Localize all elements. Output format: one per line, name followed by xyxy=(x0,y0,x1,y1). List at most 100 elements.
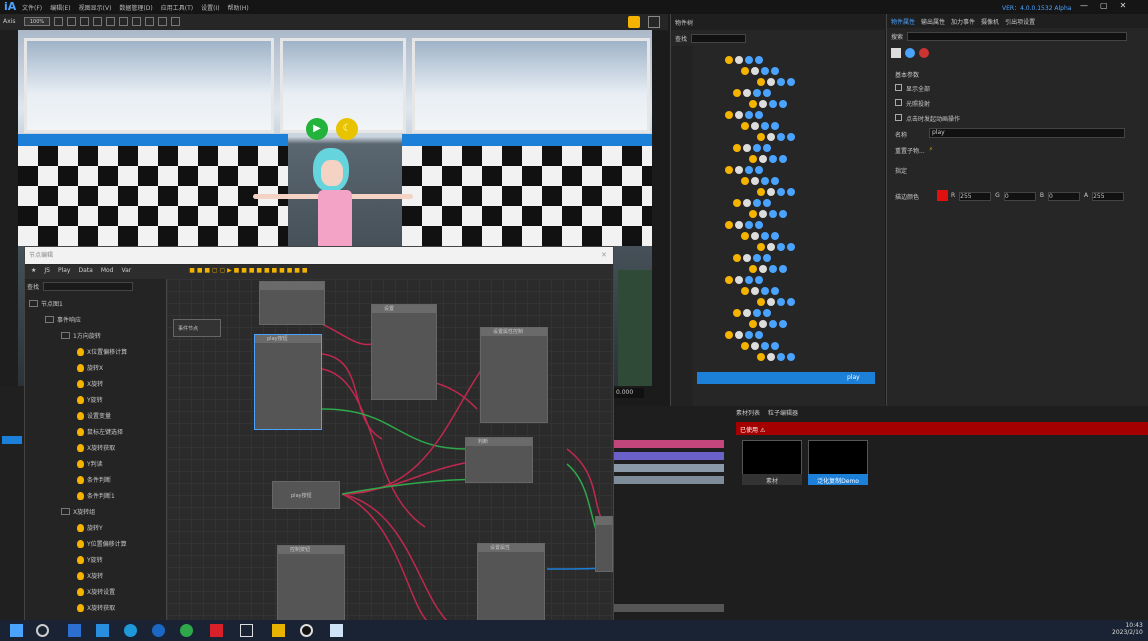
property-search-input[interactable] xyxy=(907,32,1128,41)
node-editor-close-icon[interactable]: ✕ xyxy=(601,251,607,259)
tree-item[interactable]: X旋转设置 xyxy=(77,585,115,598)
cube-icon[interactable] xyxy=(891,48,901,58)
track-bar-gray-2[interactable] xyxy=(614,476,724,484)
tree-item[interactable]: 1方向旋转 xyxy=(61,329,101,342)
graph-node-partial[interactable] xyxy=(595,516,613,572)
tab-play[interactable]: Play xyxy=(58,267,71,277)
color-g-field[interactable]: 0 xyxy=(1003,192,1036,201)
tree-item[interactable]: X旋转获取 xyxy=(77,601,115,614)
mood-button[interactable]: ☾ xyxy=(336,118,358,140)
graph-node-set-prop[interactable]: 设置属性控制 xyxy=(480,327,548,423)
app-icon-1[interactable] xyxy=(68,624,81,637)
track-bar-pink[interactable] xyxy=(614,440,724,448)
grid-icon[interactable] xyxy=(106,17,115,26)
tree-item[interactable]: Y旋转 xyxy=(77,393,103,406)
lightning-icon[interactable]: ⚡ xyxy=(929,146,933,155)
tree-item[interactable]: 设置变量 xyxy=(77,409,111,422)
app-icon-4[interactable] xyxy=(240,624,253,637)
tree-search-input[interactable] xyxy=(43,282,134,291)
graph-node-label[interactable]: 事件节点 xyxy=(173,319,221,337)
graph-node-control[interactable]: 控制按钮 xyxy=(277,545,345,621)
menu-view[interactable]: 视图显示(V) xyxy=(79,3,112,12)
sphere-icon[interactable] xyxy=(905,48,915,58)
zoom-select[interactable]: 100% xyxy=(24,17,50,26)
left-selected-item[interactable] xyxy=(2,436,22,444)
app-icon-5[interactable] xyxy=(300,624,313,637)
checkbox-click-anim[interactable] xyxy=(895,114,902,121)
move-tool-icon[interactable] xyxy=(54,17,63,26)
tree-item[interactable]: Y旋转 xyxy=(77,553,103,566)
scale-tool-icon[interactable] xyxy=(80,17,89,26)
tab-data[interactable]: Data xyxy=(78,267,92,277)
folder-icon[interactable] xyxy=(272,624,285,637)
search-icon[interactable] xyxy=(36,624,49,637)
tree-item[interactable]: Y判读 xyxy=(77,457,103,470)
material-icon[interactable] xyxy=(919,48,929,58)
name-field[interactable]: play xyxy=(929,128,1125,138)
tree-item[interactable]: Y位置偏移计算 xyxy=(77,537,127,550)
tab-events[interactable]: 加力事件 xyxy=(951,17,975,26)
tree-item[interactable]: 旋转Y xyxy=(77,521,103,534)
layout-icon[interactable] xyxy=(648,16,660,28)
checkbox-shadow[interactable] xyxy=(895,99,902,106)
graph-node[interactable] xyxy=(259,281,325,325)
tab-js[interactable]: JS xyxy=(44,267,50,277)
graph-node-set[interactable]: 设置 xyxy=(371,304,437,400)
tree-item[interactable]: X旋转组 xyxy=(61,505,95,518)
tree-item[interactable]: 节点图1 xyxy=(29,297,63,310)
graph-node-set-prop-2[interactable]: 设置属性 xyxy=(477,543,545,621)
object-row[interactable] xyxy=(757,351,795,363)
object-search-input[interactable] xyxy=(691,34,747,43)
tree-item[interactable]: 条件判断 xyxy=(77,473,111,486)
snap-icon[interactable] xyxy=(93,17,102,26)
menu-edit[interactable]: 编辑(E) xyxy=(50,3,70,12)
rotate-tool-icon[interactable] xyxy=(67,17,76,26)
tab-mod[interactable]: Mod xyxy=(101,267,114,277)
tree-item[interactable]: 条件判断1 xyxy=(77,489,115,502)
menu-help[interactable]: 帮助(H) xyxy=(228,3,249,12)
windows-start-icon[interactable] xyxy=(10,624,23,637)
ia-app-icon[interactable] xyxy=(330,624,343,637)
menu-file[interactable]: 文件(F) xyxy=(22,3,42,12)
wechat-icon[interactable] xyxy=(180,624,193,637)
play-tool-icon[interactable] xyxy=(171,17,180,26)
character-body[interactable] xyxy=(318,190,352,250)
track-bar-gray[interactable] xyxy=(614,464,724,472)
menu-tools[interactable]: 应用工具(T) xyxy=(161,3,193,12)
section-lighting[interactable]: 指定 xyxy=(895,166,907,175)
render-icon[interactable] xyxy=(145,17,154,26)
node-tool-icons[interactable]: ■ ■ ■ ▢ ▢ ▶ ■ ■ ■ ■ ■ ■ ■ ■ ■ ■ xyxy=(189,267,307,277)
tab-materials[interactable]: 素材列表 xyxy=(736,408,760,417)
tree-item[interactable]: X旋转获取 xyxy=(77,441,115,454)
tab-export[interactable]: 引出项设置 xyxy=(1005,17,1035,26)
color-a-field[interactable]: 255 xyxy=(1092,192,1125,201)
close-icon[interactable]: ✕ xyxy=(1120,1,1127,10)
camera-icon[interactable] xyxy=(119,17,128,26)
play-button[interactable]: ▶ xyxy=(306,118,328,140)
app-icon-2[interactable] xyxy=(96,624,109,637)
graph-node-judge[interactable]: 判断 xyxy=(465,437,533,483)
tree-item[interactable]: 事件响应 xyxy=(45,313,81,326)
tab-var[interactable]: Var xyxy=(121,267,131,277)
color-swatch[interactable] xyxy=(937,190,948,201)
graph-node-play[interactable]: play按钮 xyxy=(254,334,322,430)
node-graph-canvas[interactable]: 事件节点 play按钮 设置 设置属性控制 判断 play按钮 控制按钮 设置属… xyxy=(167,279,613,621)
light-icon[interactable] xyxy=(132,17,141,26)
color-r-field[interactable]: 255 xyxy=(959,192,992,201)
lock-icon[interactable] xyxy=(628,16,640,28)
tree-item[interactable]: X旋转 xyxy=(77,377,103,390)
tree-item[interactable]: 鼠标左键选择 xyxy=(77,425,123,438)
object-row-selected[interactable]: play xyxy=(697,372,875,384)
menu-data[interactable]: 数据管理(D) xyxy=(119,3,152,12)
track-bar-purple[interactable] xyxy=(614,452,724,460)
minimize-icon[interactable]: — xyxy=(1080,1,1088,10)
checkbox-show-all[interactable] xyxy=(895,84,902,91)
tree-item[interactable]: 旋转X xyxy=(77,361,103,374)
tab-camera[interactable]: 摄像机 xyxy=(981,17,999,26)
edge-icon[interactable] xyxy=(124,624,137,637)
tab-output-props[interactable]: 输出属性 xyxy=(921,17,945,26)
tree-item[interactable]: X旋转 xyxy=(77,569,103,582)
menu-settings[interactable]: 设置(I) xyxy=(201,3,219,12)
star-icon[interactable]: ★ xyxy=(31,267,36,277)
tab-particles[interactable]: 粒子编辑器 xyxy=(768,408,798,417)
